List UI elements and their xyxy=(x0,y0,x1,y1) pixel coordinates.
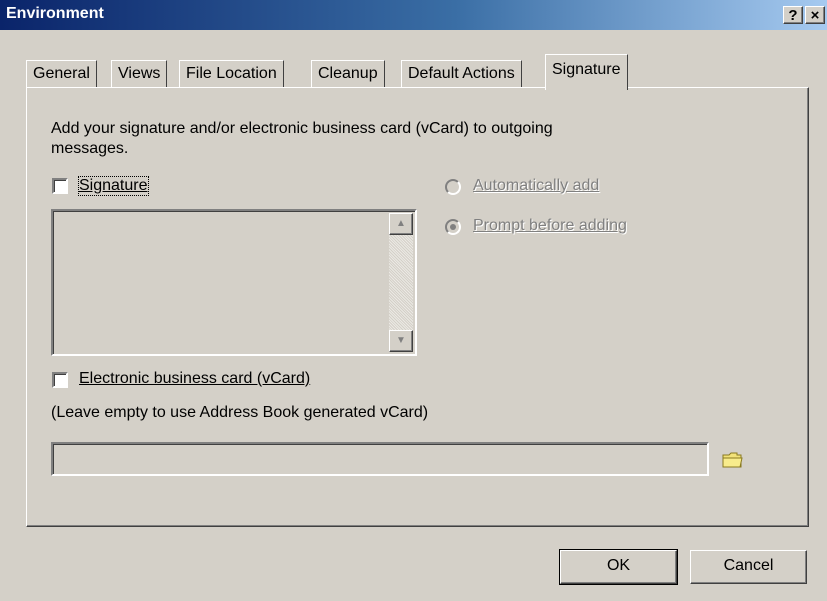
description-line-1: Add your signature and/or electronic bus… xyxy=(51,120,553,137)
tab-views[interactable]: Views xyxy=(111,60,168,88)
vcard-label-text: Electronic business card (vCard) xyxy=(79,370,311,387)
vcard-checkbox-label[interactable]: Electronic business card (vCard) xyxy=(79,370,310,388)
prompt-before-adding-text: Prompt before adding xyxy=(473,217,627,234)
signature-checkbox-label[interactable]: Signature xyxy=(78,176,149,196)
tab-default-actions[interactable]: Default Actions xyxy=(401,60,522,88)
cancel-button[interactable]: Cancel xyxy=(690,550,807,584)
radio-prompt-before-adding[interactable] xyxy=(445,219,461,235)
radio-automatically-add-label[interactable]: Automatically add xyxy=(473,177,599,195)
vcard-hint-text: (Leave empty to use Address Book generat… xyxy=(51,404,429,421)
scroll-up-icon: ▲ xyxy=(396,218,406,229)
signature-tab-panel: Add your signature and/or electronic bus… xyxy=(26,87,809,527)
tab-cleanup[interactable]: Cleanup xyxy=(311,60,385,88)
scroll-down-icon: ▼ xyxy=(396,335,406,346)
help-button[interactable]: ? xyxy=(783,6,803,24)
vcard-checkbox[interactable] xyxy=(52,372,68,388)
scroll-up-button[interactable]: ▲ xyxy=(389,213,413,235)
close-button[interactable]: × xyxy=(805,6,825,24)
tab-signature[interactable]: Signature xyxy=(545,54,628,90)
signature-label-text: Signature xyxy=(79,177,148,194)
scroll-down-button[interactable]: ▼ xyxy=(389,330,413,352)
window-title: Environment xyxy=(6,5,104,22)
tab-strip: General Views File Location Cleanup Defa… xyxy=(26,54,686,90)
ok-button[interactable]: OK xyxy=(559,549,678,585)
browse-button[interactable] xyxy=(721,450,747,472)
tab-file-location[interactable]: File Location xyxy=(179,60,284,88)
radio-prompt-before-adding-label[interactable]: Prompt before adding xyxy=(473,217,627,235)
radio-selected-dot xyxy=(450,224,456,230)
vcard-path-field[interactable] xyxy=(51,442,709,476)
signature-checkbox[interactable] xyxy=(52,178,68,194)
tab-general[interactable]: General xyxy=(26,60,97,88)
folder-icon xyxy=(722,452,743,468)
signature-scrollbar[interactable]: ▲ ▼ xyxy=(389,213,413,352)
automatically-add-text: Automatically add xyxy=(473,177,600,194)
signature-textarea[interactable]: ▲ ▼ xyxy=(51,209,417,356)
description-line-2: messages. xyxy=(51,140,129,157)
title-bar: Environment ? × xyxy=(0,0,827,30)
radio-automatically-add[interactable] xyxy=(445,179,461,195)
